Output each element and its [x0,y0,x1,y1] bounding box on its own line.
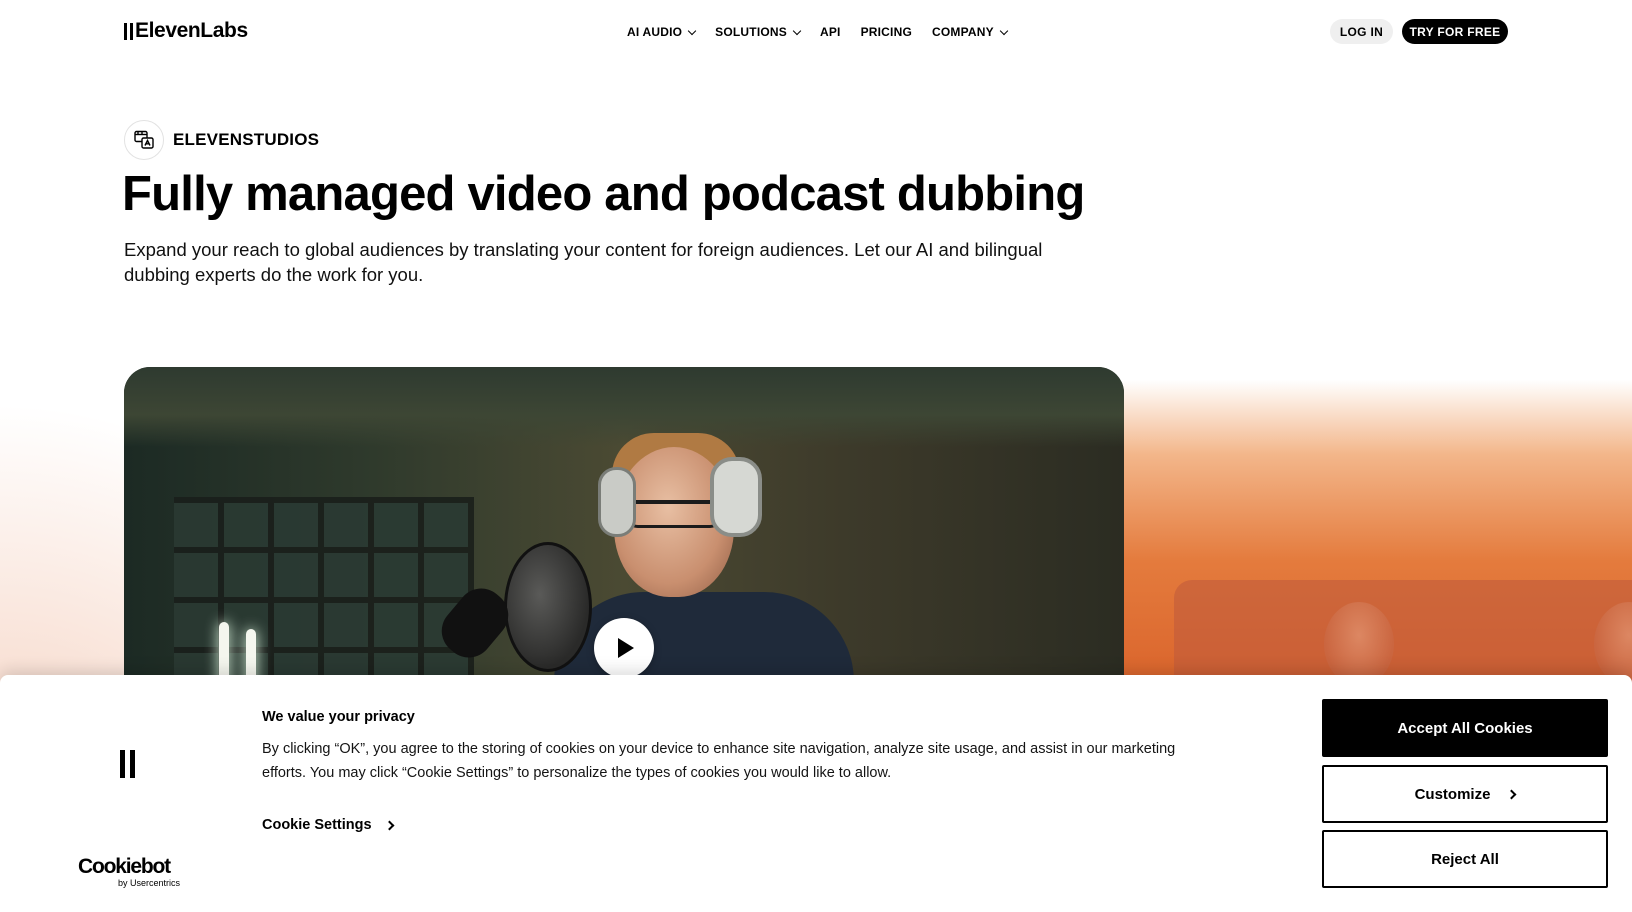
nav-company-label: COMPANY [931,25,994,39]
side-card-face [1324,602,1394,686]
badge-label: ELEVENSTUDIOS [173,130,320,149]
chevron-down-icon [687,26,697,35]
page-title: Fully managed video and podcast dubbing [122,167,1085,221]
chevron-right-icon [384,820,395,830]
reject-all-button[interactable]: Reject All [1322,830,1608,888]
cookie-description: By clicking “OK”, you agree to the stori… [262,741,1176,781]
try-for-free-button[interactable]: TRY FOR FREE [1402,19,1508,44]
elevenlabs-logo-mark-icon [124,22,133,40]
chevron-right-icon [1506,789,1517,799]
customize-button[interactable]: Customize [1322,765,1608,823]
cookiebot-logo[interactable]: Cookiebot by Usercentrics [78,855,182,888]
nav-pricing-label: PRICING [860,25,912,39]
play-icon [618,638,634,658]
nav-ai-audio[interactable]: AI AUDIO [627,25,697,39]
chevron-down-icon [999,26,1009,35]
nav-ai-audio-label: AI AUDIO [627,25,683,39]
accept-all-cookies-button[interactable]: Accept All Cookies [1322,699,1608,757]
cookiebot-brand: Cookiebot [78,855,171,878]
elevenlabs-mark-icon [120,750,135,778]
reject-label: Reject All [1431,850,1499,868]
elevenstudios-badge: ELEVENSTUDIOS [124,120,319,160]
customize-label: Customize [1414,785,1491,803]
video-translate-icon [124,120,164,160]
video-scene-beam [124,367,1124,447]
accept-label: Accept All Cookies [1397,719,1533,737]
video-player[interactable] [124,367,1124,687]
main-nav: AI AUDIO SOLUTIONS API PRICING COMPANY [627,22,1009,42]
chevron-down-icon [792,26,802,35]
hero-subtitle: Expand your reach to global audiences by… [124,239,1043,285]
elevenlabs-logo[interactable]: ElevenLabs [124,19,248,43]
nav-solutions[interactable]: SOLUTIONS [715,25,802,39]
video-scene-headphone [710,457,762,537]
logo-text: ElevenLabs [135,19,248,42]
site-header: ElevenLabs AI AUDIO SOLUTIONS API PRICIN… [0,0,1632,64]
play-button[interactable] [594,618,654,678]
cookie-consent-banner: Cookiebot by Usercentrics We value your … [0,675,1632,912]
login-button[interactable]: LOG IN [1330,19,1393,44]
side-card-face [1594,602,1632,686]
nav-solutions-label: SOLUTIONS [715,25,787,39]
nav-pricing[interactable]: PRICING [861,25,912,39]
cookie-settings-label: Cookie Settings [262,817,372,833]
nav-company[interactable]: COMPANY [931,25,1009,39]
video-scene-headphone [598,467,636,537]
nav-api-label: API [819,25,841,39]
cookiebot-brand-sub: by Usercentrics [117,878,180,888]
video-scene-glasses [624,500,724,528]
cookie-title: We value your privacy [262,709,415,725]
video-scene-pop-filter [504,542,592,672]
cookie-settings-link[interactable]: Cookie Settings [262,817,395,833]
nav-api[interactable]: API [820,25,841,39]
